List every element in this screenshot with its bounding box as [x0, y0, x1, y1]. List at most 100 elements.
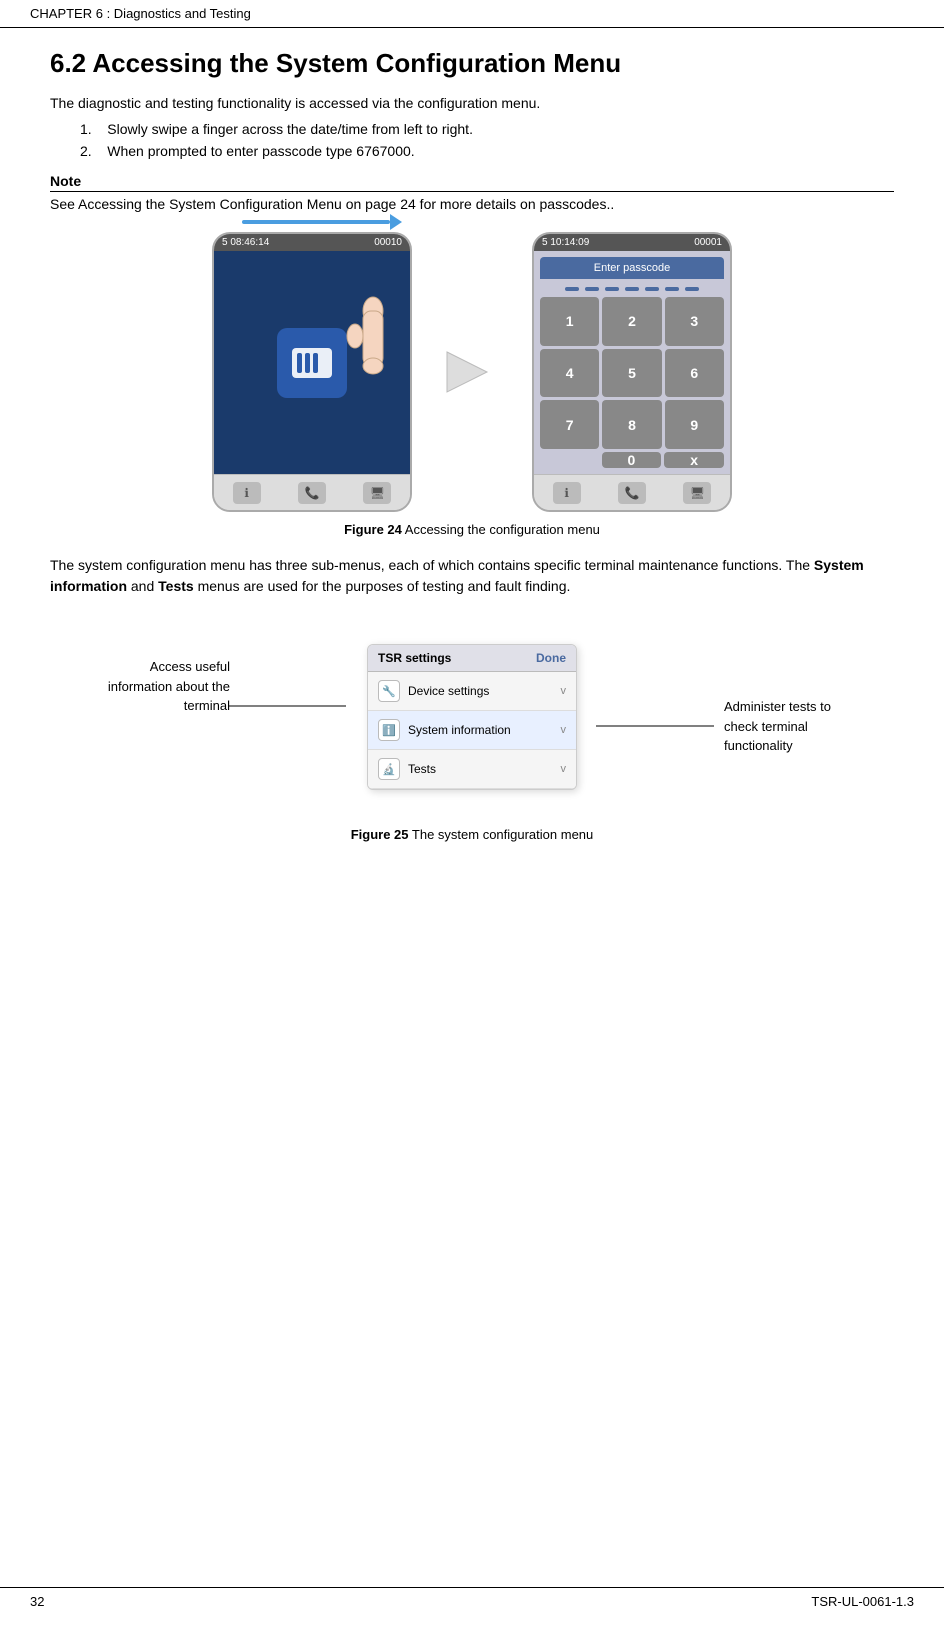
key-9[interactable]: 9 — [665, 400, 724, 449]
dot-3 — [605, 287, 619, 291]
key-6[interactable]: 6 — [665, 349, 724, 398]
phone-bottom-bar: ℹ 📞 🖥 — [214, 474, 410, 510]
arrow-svg — [442, 342, 502, 402]
dot-1 — [565, 287, 579, 291]
tsr-menu-item-tests-left: 🔬 Tests — [378, 758, 436, 780]
note-section: Note See Accessing the System Configurat… — [50, 173, 894, 212]
tsr-settings-menu: TSR settings Done 🔧 Device settings v ℹ️… — [367, 644, 577, 790]
figure24-caption-text: Accessing the configuration menu — [402, 522, 600, 537]
dot-4 — [625, 287, 639, 291]
passcode-screen: Enter passcode 1 2 3 4 5 6 — [534, 251, 730, 474]
dot-7 — [685, 287, 699, 291]
intro-text: The diagnostic and testing functionality… — [50, 95, 894, 111]
page-footer: 32 TSR-UL-0061-1.3 — [0, 1587, 944, 1615]
note-label: Note — [50, 173, 894, 192]
key-0[interactable]: 0 — [602, 452, 662, 468]
phone-right: 5 10:14:09 00001 Enter passcode 1 2 — [532, 232, 732, 512]
monitor-btn: 🖥 — [363, 482, 391, 504]
key-bottom-row: 0 x — [540, 452, 724, 468]
figure25-caption: Figure 25 The system configuration menu — [50, 827, 894, 842]
tsr-menu-item-system-info[interactable]: ℹ️ System information v — [368, 711, 576, 750]
figure25-wrapper: Access useful information about the term… — [50, 617, 894, 817]
passcode-info-btn: ℹ — [553, 482, 581, 504]
passcode-header-label: Enter passcode — [540, 257, 724, 279]
annotation-right: Administer tests to check terminal funct… — [724, 697, 864, 756]
passcode-bottom-bar: ℹ 📞 🖥 — [534, 474, 730, 510]
step-1: 1. Slowly swipe a finger across the date… — [80, 121, 894, 137]
tests-chevron: v — [561, 763, 567, 775]
body-text: The system configuration menu has three … — [50, 555, 894, 597]
figure24-caption: Figure 24 Accessing the configuration me… — [50, 522, 894, 537]
tests-icon: 🔬 — [378, 758, 400, 780]
key-2[interactable]: 2 — [602, 297, 661, 346]
phone-status-bar: 5 08:46:14 00010 — [214, 234, 410, 251]
phone-left-wrapper: 5 08:46:14 00010 — [212, 232, 412, 512]
annotation-right-text: Administer tests to check terminal funct… — [724, 699, 831, 753]
annotation-line-left-svg — [228, 705, 348, 707]
tsr-menu-item-device-settings-left: 🔧 Device settings — [378, 680, 489, 702]
key-5[interactable]: 5 — [602, 349, 661, 398]
body-end: menus are used for the purposes of testi… — [194, 578, 571, 594]
passcode-monitor-btn: 🖥 — [683, 482, 711, 504]
device-settings-chevron: v — [561, 685, 567, 697]
page-number: 32 — [30, 1594, 44, 1609]
hand-svg — [343, 291, 398, 391]
system-info-icon: ℹ️ — [378, 719, 400, 741]
tsr-done-button[interactable]: Done — [536, 651, 566, 665]
key-x[interactable]: x — [664, 452, 724, 468]
dot-6 — [665, 287, 679, 291]
phone-screen — [214, 251, 410, 474]
figure24-caption-bold: Figure 24 — [344, 522, 402, 537]
doc-ref: TSR-UL-0061-1.3 — [811, 1594, 914, 1609]
passcode-status-left: 5 10:14:09 — [542, 237, 589, 248]
swipe-arrow — [242, 214, 402, 230]
tsr-settings-title: TSR settings — [378, 651, 451, 665]
phone-left: 5 08:46:14 00010 — [212, 232, 412, 512]
passcode-call-btn: 📞 — [618, 482, 646, 504]
page-content: 6.2 Accessing the System Configuration M… — [0, 28, 944, 900]
tsr-menu-item-system-info-left: ℹ️ System information — [378, 719, 511, 741]
system-info-label: System information — [408, 723, 511, 737]
swipe-line — [242, 220, 390, 224]
figure25-caption-bold: Figure 25 — [351, 827, 409, 842]
info-btn: ℹ — [233, 482, 261, 504]
chapter-title: 6.2 Accessing the System Configuration M… — [50, 48, 894, 79]
status-left: 5 08:46:14 — [222, 237, 269, 248]
passcode-dots — [540, 287, 724, 291]
key-8[interactable]: 8 — [602, 400, 661, 449]
next-arrow — [442, 342, 502, 402]
dot-2 — [585, 287, 599, 291]
call-btn: 📞 — [298, 482, 326, 504]
key-4[interactable]: 4 — [540, 349, 599, 398]
key-3[interactable]: 3 — [665, 297, 724, 346]
dot-5 — [645, 287, 659, 291]
tsr-settings-header: TSR settings Done — [368, 645, 576, 672]
app-icon-svg — [287, 338, 337, 388]
step-1-number: 1. — [80, 121, 103, 137]
app-icon — [277, 328, 347, 398]
chapter-header-text: CHAPTER 6 : Diagnostics and Testing — [30, 6, 251, 21]
step-2: 2. When prompted to enter passcode type … — [80, 143, 894, 159]
key-7[interactable]: 7 — [540, 400, 599, 449]
system-info-chevron: v — [561, 724, 567, 736]
step-1-text: Slowly swipe a finger across the date/ti… — [107, 121, 473, 137]
device-settings-label: Device settings — [408, 684, 489, 698]
note-text: See Accessing the System Configuration M… — [50, 196, 894, 212]
figure24-container: 5 08:46:14 00010 — [50, 232, 894, 512]
passcode-status-right: 00001 — [694, 237, 722, 248]
step-2-text: When prompted to enter passcode type 676… — [107, 143, 414, 159]
annotation-line-right-svg — [596, 725, 716, 727]
annotation-left: Access useful information about the term… — [100, 657, 230, 716]
device-settings-icon: 🔧 — [378, 680, 400, 702]
key-1[interactable]: 1 — [540, 297, 599, 346]
keypad: 1 2 3 4 5 6 7 8 9 — [540, 297, 724, 449]
tsr-menu-item-device-settings[interactable]: 🔧 Device settings v — [368, 672, 576, 711]
hand-finger-illustration — [343, 291, 398, 394]
swipe-arrowhead — [390, 214, 402, 230]
tests-label: Tests — [408, 762, 436, 776]
body-mid: and — [127, 578, 158, 594]
figure25-caption-text: The system configuration menu — [409, 827, 594, 842]
tsr-menu-item-tests[interactable]: 🔬 Tests v — [368, 750, 576, 789]
body-intro: The system configuration menu has three … — [50, 557, 814, 573]
passcode-status-bar: 5 10:14:09 00001 — [534, 234, 730, 251]
